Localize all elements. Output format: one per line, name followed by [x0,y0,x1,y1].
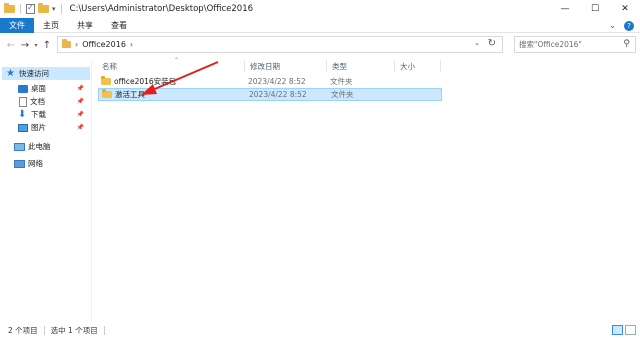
document-icon [19,96,27,107]
star-icon: ★ [6,67,15,79]
tab-view[interactable]: 查看 [102,18,136,33]
column-header-size[interactable]: 大小 [400,60,415,72]
search-placeholder: 搜索"Office2016" [519,40,582,49]
file-name-cell: 激活工具 [102,89,145,100]
details-view-icon[interactable] [612,325,623,335]
maximize-button[interactable]: ☐ [580,0,610,18]
sidebar-item-label: 网络 [28,159,43,168]
ribbon-tabs: 文件 主页 共享 查看 ⌄ ? [0,17,640,33]
toolbar-divider [60,4,62,14]
folder-icon [102,89,112,98]
folder-icon [4,3,15,13]
selected-count: 选中 1 个项目 [50,325,98,335]
file-date: 2023/4/22 8:52 [249,90,307,99]
file-row-selected[interactable]: 激活工具 2023/4/22 8:52 文件夹 [98,88,442,101]
sidebar-item-label: 文档 [30,97,45,106]
sidebar-item-label: 桌面 [31,84,46,93]
file-type: 文件夹 [331,90,354,99]
window-title: C:\Users\Administrator\Desktop\Office201… [69,4,254,14]
file-date: 2023/4/22 8:52 [248,77,306,86]
file-type: 文件夹 [330,77,353,86]
address-dropdown-icon[interactable]: ⌄ [474,39,480,47]
column-divider[interactable] [440,60,441,72]
expand-ribbon-icon[interactable]: ⌄ [609,21,616,30]
navigation-bar: ← → ▾ ↑ › Office2016 › ⌄ ↻ 搜索"Office2016… [0,34,640,56]
file-row[interactable]: office2016安装包 2023/4/22 8:52 文件夹 [98,75,442,88]
large-icons-view-icon[interactable] [625,325,636,335]
desktop-icon [18,84,28,93]
address-bar[interactable]: › Office2016 › ⌄ ↻ [57,36,503,53]
minimize-button[interactable]: — [550,0,580,18]
column-divider[interactable] [326,60,327,72]
view-switcher [612,325,636,335]
search-input[interactable]: 搜索"Office2016" ⚲ [514,36,636,53]
pin-icon[interactable]: 📌 [77,85,84,92]
forward-arrow-icon[interactable]: → [18,40,32,51]
tab-share[interactable]: 共享 [68,18,102,33]
file-list: ⌃ 名称 修改日期 类型 大小 office2016安装包 2023/4/22 … [92,57,640,322]
up-arrow-icon[interactable]: ↑ [40,40,54,51]
window-controls: — ☐ ✕ [550,0,640,18]
sidebar-item-documents[interactable]: 文档 📌 [2,95,90,108]
title-bar: ▾ C:\Users\Administrator\Desktop\Office2… [0,0,640,18]
status-divider [43,325,45,335]
breadcrumb-separator[interactable]: › [130,40,133,49]
pin-icon[interactable]: 📌 [77,111,84,118]
quick-access-toolbar: ▾ [0,3,64,14]
properties-icon[interactable] [26,3,35,14]
sidebar-item-label: 下载 [31,110,46,119]
column-header-type[interactable]: 类型 [332,60,347,72]
recent-locations-icon[interactable]: ▾ [32,42,40,49]
search-icon[interactable]: ⚲ [623,39,630,49]
sidebar-item-quick-access[interactable]: ★ 快速访问 [2,67,90,80]
folder-icon [101,76,111,85]
customize-toolbar-icon[interactable]: ▾ [52,5,56,13]
computer-icon [14,142,25,151]
status-bar: 2 个项目 选中 1 个项目 [0,322,640,338]
tab-file[interactable]: 文件 [0,17,34,33]
column-header-name[interactable]: 名称 [102,60,117,72]
sidebar-item-this-pc[interactable]: 此电脑 [2,140,90,153]
file-name: 激活工具 [115,90,145,99]
sidebar-item-label: 图片 [31,123,46,132]
item-count: 2 个项目 [8,325,38,335]
new-folder-icon[interactable] [38,3,49,13]
sidebar-item-desktop[interactable]: 桌面 📌 [2,82,90,95]
column-divider[interactable] [244,60,245,72]
sort-indicator-icon: ⌃ [174,57,180,64]
back-arrow-icon[interactable]: ← [4,40,18,51]
sidebar-item-pictures[interactable]: 图片 📌 [2,121,90,134]
network-icon [14,159,25,168]
download-icon: ⬇ [18,109,27,120]
sidebar-item-network[interactable]: 网络 [2,157,90,170]
pin-icon[interactable]: 📌 [77,98,84,105]
toolbar-divider [20,4,21,14]
sidebar-item-downloads[interactable]: ⬇ 下载 📌 [2,108,90,121]
breadcrumb-item[interactable]: Office2016 [82,40,126,49]
help-icon[interactable]: ? [624,20,634,31]
folder-icon [62,39,71,48]
pictures-icon [18,123,28,132]
sidebar-item-label: 快速访问 [19,69,49,78]
column-divider[interactable] [394,60,395,72]
sidebar-item-label: 此电脑 [28,142,51,151]
file-name: office2016安装包 [114,77,177,86]
close-button[interactable]: ✕ [610,0,640,18]
status-divider [103,325,105,335]
file-name-cell: office2016安装包 [101,76,176,87]
tab-home[interactable]: 主页 [34,18,68,33]
pin-icon[interactable]: 📌 [77,124,84,131]
refresh-icon[interactable]: ↻ [488,38,496,49]
navigation-pane: ★ 快速访问 桌面 📌 文档 📌 ⬇ 下载 📌 图片 📌 此电脑 网络 [0,60,92,322]
column-header-date[interactable]: 修改日期 [250,60,280,72]
breadcrumb-separator[interactable]: › [75,40,78,49]
